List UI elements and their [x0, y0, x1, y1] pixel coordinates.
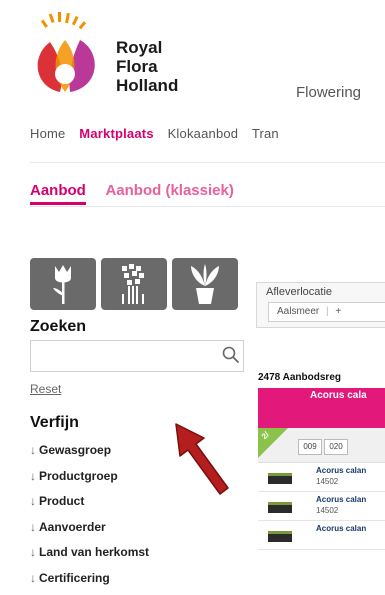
refine-heading: Verfijn [30, 414, 79, 432]
brand-line-3: Holland [116, 76, 178, 95]
filter-product[interactable]: ↓Product [30, 493, 149, 519]
results-table: Acorus cala 2/ 009 020 Acorus calan 1450… [258, 388, 385, 550]
nav-transactions[interactable]: Tran [252, 126, 279, 141]
filter-label: Product [39, 494, 84, 508]
header-title: Flowering [296, 84, 361, 101]
nav-marktplaats[interactable]: Marktplaats [79, 126, 153, 141]
product-name: Acorus calan [316, 466, 366, 475]
nav-home[interactable]: Home [30, 126, 65, 141]
logo-rays [41, 12, 86, 29]
filter-label: Certificering [39, 571, 110, 585]
filter-productgroep[interactable]: ↓Productgroep [30, 468, 149, 494]
filter-certificering[interactable]: ↓Certificering [30, 570, 149, 595]
product-thumbnail [268, 502, 292, 513]
category-button-flowers[interactable] [30, 258, 96, 310]
brand-line-2: Flora [116, 57, 178, 76]
location-label: Afleverlocatie [266, 286, 332, 298]
arrow-down-icon: ↓ [30, 545, 36, 559]
search-icon[interactable] [222, 346, 240, 364]
tabs-divider [30, 206, 385, 207]
filter-label: Land van herkomst [39, 545, 149, 559]
product-name: Acorus calan [316, 524, 366, 533]
product-name: Acorus calan [316, 495, 366, 504]
brand-name: Royal Flora Holland [116, 38, 178, 95]
filter-label: Aanvoerder [39, 520, 106, 534]
product-thumbnail [268, 473, 292, 484]
table-subheader: 2/ 009 020 [258, 428, 385, 463]
main-nav: Home Marktplaats Klokaanbod Tran [30, 126, 289, 141]
potted-plant-icon [185, 262, 225, 306]
page-button[interactable]: 009 [298, 439, 322, 455]
table-row[interactable]: Acorus calan [258, 521, 385, 550]
bouquet-icon [114, 262, 154, 306]
category-button-bouquets[interactable] [101, 258, 167, 310]
table-row[interactable]: Acorus calan 14502 [258, 463, 385, 492]
filter-aanvoerder[interactable]: ↓Aanvoerder [30, 519, 149, 545]
arrow-down-icon: ↓ [30, 571, 36, 585]
product-header[interactable]: Acorus cala [258, 388, 385, 428]
search-input[interactable] [35, 341, 219, 371]
product-code: 14502 [316, 506, 338, 515]
product-code: 14502 [316, 477, 338, 486]
filter-land-van-herkomst[interactable]: ↓Land van herkomst [30, 544, 149, 570]
arrow-down-icon: ↓ [30, 494, 36, 508]
product-thumbnail [268, 531, 292, 542]
results-count: 2478 Aanbodsreg [258, 372, 341, 383]
offer-tabs: Aanbod Aanbod (klassiek) [30, 182, 250, 199]
tab-aanbod-klassiek[interactable]: Aanbod (klassiek) [105, 182, 233, 199]
filter-gewasgroep[interactable]: ↓Gewasgroep [30, 442, 149, 468]
filter-list: ↓Gewasgroep ↓Productgroep ↓Product ↓Aanv… [30, 442, 149, 595]
select-divider: | [326, 306, 329, 317]
arrow-down-icon: ↓ [30, 469, 36, 483]
search-field [30, 340, 244, 372]
tulip-icon [43, 262, 83, 306]
location-extra: + [335, 306, 341, 317]
brand-line-1: Royal [116, 38, 178, 57]
filter-label: Productgroep [39, 469, 118, 483]
arrow-down-icon: ↓ [30, 520, 36, 534]
arrow-down-icon: ↓ [30, 443, 36, 457]
search-heading: Zoeken [30, 318, 86, 336]
category-button-plants[interactable] [172, 258, 238, 310]
tab-aanbod[interactable]: Aanbod [30, 182, 86, 205]
filter-label: Gewasgroep [39, 443, 111, 457]
page-button[interactable]: 020 [324, 439, 348, 455]
location-selected: Aalsmeer [277, 306, 319, 317]
nav-divider [30, 162, 385, 163]
nav-klokaanbod[interactable]: Klokaanbod [168, 126, 239, 141]
location-select[interactable]: Aalsmeer | + [268, 302, 385, 322]
annotation-arrow-icon [168, 420, 230, 498]
table-row[interactable]: Acorus calan 14502 [258, 492, 385, 521]
reset-link[interactable]: Reset [30, 382, 61, 396]
